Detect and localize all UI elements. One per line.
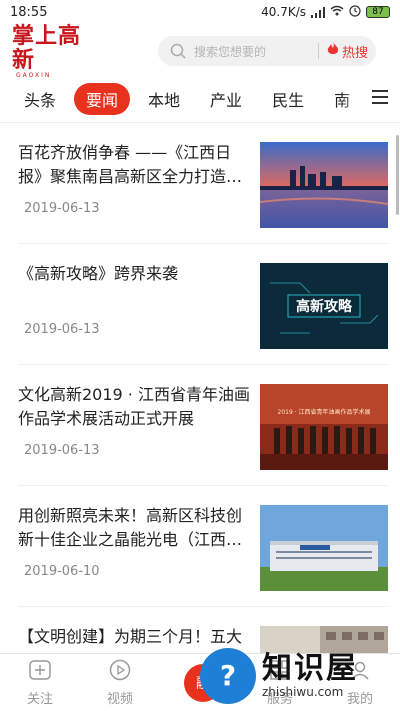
thumb-caption: 2019 · 江西省青年油画作品学术展 xyxy=(278,408,371,416)
article-thumbnail xyxy=(260,142,388,228)
status-time: 18:55 xyxy=(10,4,48,20)
network-speed: 40.7K/s xyxy=(261,5,306,19)
watermark-question-icon: ? xyxy=(200,647,256,704)
logo-subtitle: GAOXIN xyxy=(16,71,52,79)
tab-headline[interactable]: 头条 xyxy=(24,87,56,111)
list-item[interactable]: 百花齐放俏争春 ——《江西日报》聚焦南昌高新区全力打造… 2019-06-13 xyxy=(18,123,388,244)
search-icon xyxy=(170,43,186,59)
list-item[interactable]: 《高新攻略》跨界来袭 2019-06-13 高新攻略 xyxy=(18,244,388,365)
article-date: 2019-06-10 xyxy=(24,564,100,579)
article-date: 2019-06-13 xyxy=(24,201,100,216)
app-logo: 掌上高新 GAOXIN xyxy=(12,24,102,79)
tab-local[interactable]: 本地 xyxy=(148,87,180,111)
wifi-icon xyxy=(330,5,344,19)
list-item[interactable]: 用创新照亮未来！高新区科技创新十佳企业之晶能光电（江西… 2019-06-10 xyxy=(18,486,388,607)
tab-fade xyxy=(340,80,370,118)
list-item[interactable]: 文化高新2019 · 江西省青年油画作品学术展活动正式开展 2019-06-13… xyxy=(18,365,388,486)
alarm-icon xyxy=(349,4,361,20)
tab-news[interactable]: 要闻 xyxy=(74,83,131,115)
play-circle-icon xyxy=(109,659,131,685)
tab-industry[interactable]: 产业 xyxy=(210,87,242,111)
logo-title: 掌上高新 xyxy=(12,22,82,73)
app-header: 掌上高新 GAOXIN 搜索您想要的 热搜 xyxy=(0,24,400,79)
nav-video-label: 视频 xyxy=(106,691,133,707)
nav-follow-label: 关注 xyxy=(26,691,53,707)
hot-search-label: 热搜 xyxy=(341,45,368,61)
status-indicators: 40.7K/s 87 xyxy=(261,4,390,20)
article-date: 2019-06-13 xyxy=(24,322,100,337)
watermark: ? 知识屋 zhishiwu.com xyxy=(200,640,400,711)
search-bar[interactable]: 搜索您想要的 热搜 xyxy=(158,36,376,66)
tab-livelihood[interactable]: 民生 xyxy=(272,87,304,111)
thumb-caption: 高新攻略 xyxy=(296,298,353,315)
article-thumbnail xyxy=(260,505,388,591)
watermark-url: zhishiwu.com xyxy=(262,684,344,699)
watermark-text: 知识屋 zhishiwu.com xyxy=(262,650,358,699)
tab-menu-icon[interactable] xyxy=(372,90,388,104)
article-title: 《高新攻略》跨界来袭 xyxy=(18,264,179,283)
article-date: 2019-06-13 xyxy=(24,443,100,458)
plus-square-icon xyxy=(28,659,52,685)
search-divider xyxy=(317,43,319,59)
article-list: 百花齐放俏争春 ——《江西日报》聚焦南昌高新区全力打造… 2019-06-13 … xyxy=(0,123,400,653)
signal-icon xyxy=(311,6,325,18)
category-tabs: 头条 要闻 本地 产业 民生 南 xyxy=(0,80,400,118)
article-title: 百花齐放俏争春 ——《江西日报》聚焦南昌高新区全力打造… xyxy=(18,143,243,186)
article-thumbnail: 2019 · 江西省青年油画作品学术展 xyxy=(260,384,388,470)
status-bar: 18:55 40.7K/s 87 xyxy=(0,0,400,24)
nav-video[interactable]: 视频 xyxy=(80,654,160,711)
scrollbar[interactable] xyxy=(396,135,399,215)
nav-follow[interactable]: 关注 xyxy=(0,654,80,711)
hot-search-button[interactable]: 热搜 xyxy=(327,42,368,61)
battery-icon: 87 xyxy=(366,6,390,18)
article-thumbnail: 高新攻略 xyxy=(260,263,388,349)
fire-icon xyxy=(327,42,339,60)
article-title: 文化高新2019 · 江西省青年油画作品学术展活动正式开展 xyxy=(18,385,250,428)
search-input[interactable]: 搜索您想要的 xyxy=(194,43,318,60)
watermark-title: 知识屋 xyxy=(262,650,358,686)
article-title: 用创新照亮未来！高新区科技创新十佳企业之晶能光电（江西… xyxy=(18,506,243,549)
